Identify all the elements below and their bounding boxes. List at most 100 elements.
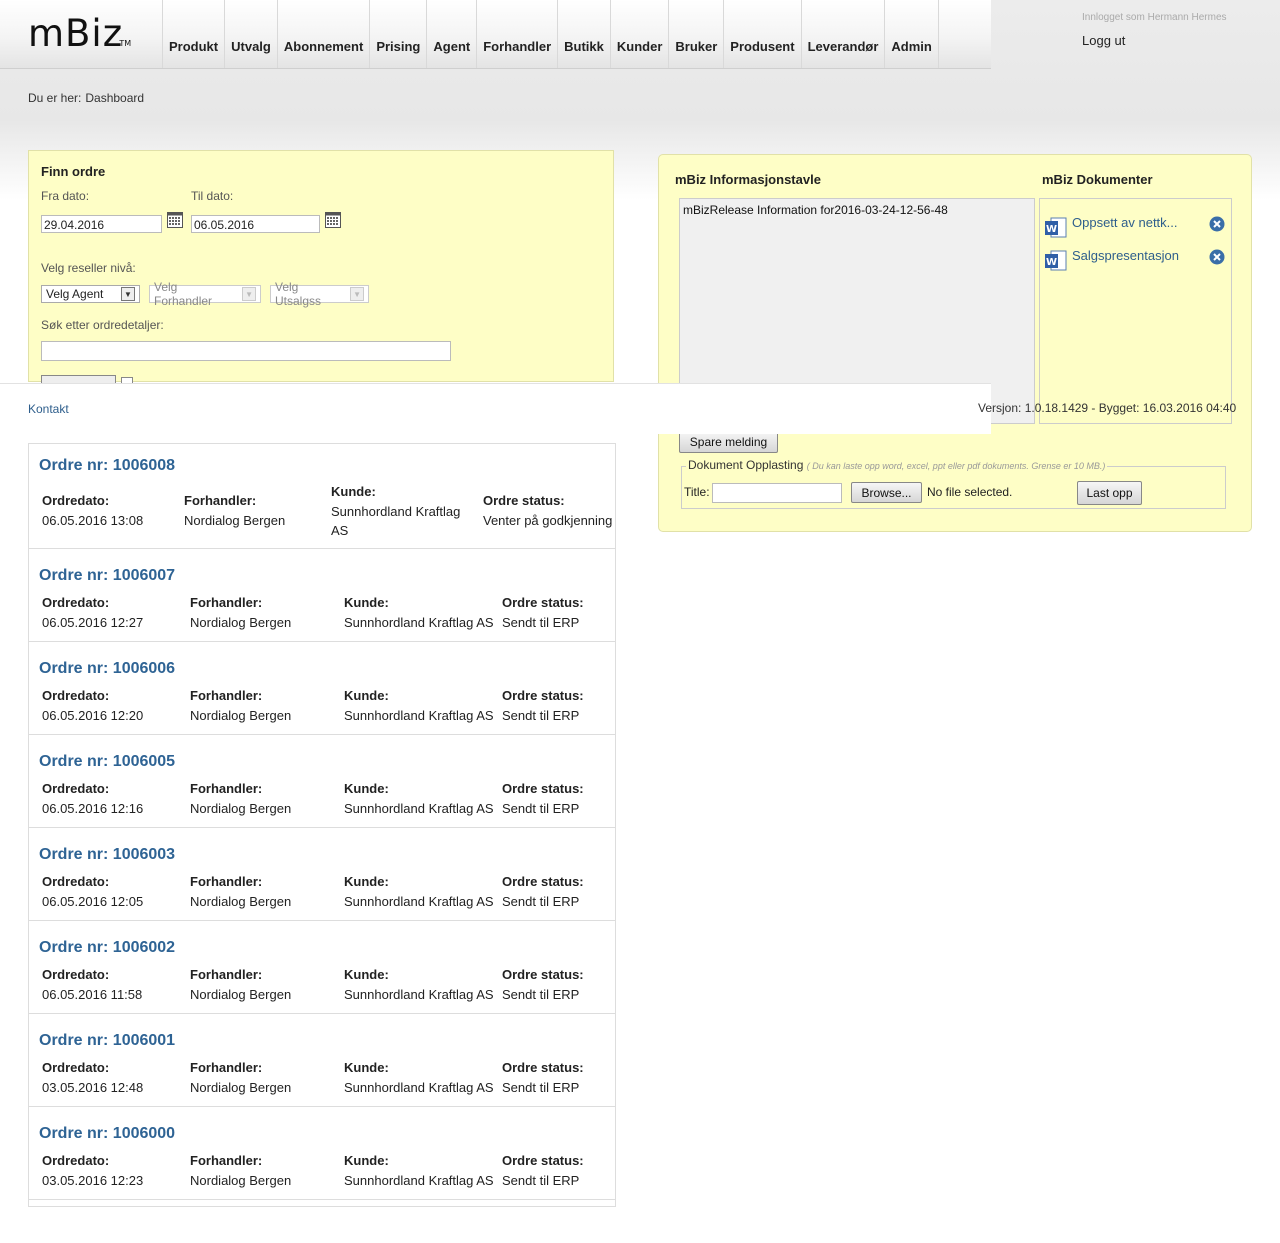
order-dealer: Nordialog Bergen [190, 1173, 292, 1188]
dealer-header: Forhandler: [190, 1153, 263, 1168]
svg-text:W: W [1046, 224, 1057, 235]
calendar-icon[interactable] [167, 212, 183, 228]
order-search-input[interactable] [41, 341, 451, 361]
order-card: Ordre nr: 1006008 Ordredato: Forhandler:… [29, 444, 615, 549]
order-date: 06.05.2016 11:58 [42, 987, 143, 1002]
upload-legend-text: Dokument Opplasting [688, 458, 804, 472]
document-link[interactable]: Salgspresentasjon [1072, 248, 1179, 263]
forhandler-select-value: Velg Forhandler [154, 280, 213, 308]
order-dealer: Nordialog Bergen [190, 987, 292, 1002]
agent-select[interactable]: Velg Agent ▼ [41, 285, 140, 303]
order-status: Sendt til ERP [502, 1173, 580, 1188]
order-status: Sendt til ERP [502, 801, 580, 816]
nav-kunder[interactable]: Kunder [609, 0, 669, 68]
title-input[interactable] [712, 483, 842, 503]
customer-header: Kunde: [344, 688, 389, 703]
document-item: W Oppsett av nettk... [1044, 215, 1229, 238]
customer-header: Kunde: [344, 967, 389, 982]
nav-butikk[interactable]: Butikk [557, 0, 610, 68]
version-info: Versjon: 1.0.18.1429 - Bygget: 16.03.201… [978, 401, 1237, 415]
status-header: Ordre status: [502, 1060, 584, 1075]
customer-header: Kunde: [344, 595, 389, 610]
order-date: 03.05.2016 12:48 [42, 1080, 144, 1095]
logout-link[interactable]: Logg ut [1082, 33, 1125, 48]
breadcrumb-current[interactable]: Dashboard [85, 91, 144, 105]
customer-header: Kunde: [344, 874, 389, 889]
dealer-header: Forhandler: [190, 781, 263, 796]
delete-icon[interactable] [1209, 216, 1225, 232]
order-dealer: Nordialog Bergen [190, 708, 292, 723]
logged-in-user: Innlogget som Hermann Hermes [1082, 12, 1227, 23]
order-number-link[interactable]: Ordre nr: 1006006 [39, 660, 175, 678]
order-number-link[interactable]: Ordre nr: 1006005 [39, 753, 175, 771]
find-order-title: Finn ordre [41, 164, 106, 179]
order-status: Sendt til ERP [502, 987, 580, 1002]
status-header: Ordre status: [502, 688, 584, 703]
to-date-label: Til dato: [191, 189, 234, 203]
order-date-header: Ordredato: [42, 688, 110, 703]
order-customer: Sunnhordland Kraftlag AS [344, 987, 494, 1002]
to-date-input[interactable]: 06.05.2016 [191, 215, 320, 233]
order-number-link[interactable]: Ordre nr: 1006002 [39, 939, 175, 957]
svg-text:W: W [1046, 257, 1057, 268]
info-board-title: mBiz Informasjonstavle [675, 172, 821, 187]
order-status: Sendt til ERP [502, 615, 580, 630]
status-header: Ordre status: [502, 595, 584, 610]
order-number-link[interactable]: Ordre nr: 1006000 [39, 1125, 175, 1143]
order-customer: Sunnhordland Kraftlag AS [344, 894, 494, 909]
nav-agent[interactable]: Agent [426, 0, 476, 68]
dealer-header: Forhandler: [190, 595, 263, 610]
search-button[interactable] [41, 375, 116, 383]
nav-produkt[interactable]: Produkt [162, 0, 224, 68]
order-search-label: Søk etter ordredetaljer: [41, 318, 164, 332]
agent-select-value: Velg Agent [46, 287, 104, 301]
order-dealer: Nordialog Bergen [190, 1080, 292, 1095]
main-nav: Produkt Utvalg Abonnement Prising Agent … [162, 0, 939, 68]
order-date-header: Ordredato: [42, 493, 110, 508]
status-header: Ordre status: [502, 967, 584, 982]
from-date-input[interactable]: 29.04.2016 [41, 215, 162, 233]
document-item: W Salgspresentasjon [1044, 248, 1229, 271]
header-bar: mBiz TM Produkt Utvalg Abonnement Prising… [0, 0, 991, 69]
browse-button[interactable]: Browse... [851, 482, 922, 503]
order-number-link[interactable]: Ordre nr: 1006001 [39, 1032, 175, 1050]
nav-utvalg[interactable]: Utvalg [224, 0, 277, 68]
order-card: Ordre nr: 1006003 Ordredato: Forhandler:… [29, 828, 615, 921]
order-customer: Sunnhordland Kraftlag AS [344, 615, 494, 630]
breadcrumb-prefix: Du er her: [28, 91, 82, 105]
document-link[interactable]: Oppsett av nettk... [1072, 215, 1178, 230]
order-date: 06.05.2016 13:08 [42, 513, 144, 528]
order-number-link[interactable]: Ordre nr: 1006008 [39, 457, 175, 475]
status-header: Ordre status: [483, 493, 565, 508]
reseller-level-label: Velg reseller nivå: [41, 261, 136, 275]
customer-header: Kunde: [344, 1153, 389, 1168]
nav-abonnement[interactable]: Abonnement [276, 0, 369, 68]
utsalgssted-select[interactable]: Velg Utsalgss ▼ [270, 280, 369, 308]
nav-leverandor[interactable]: Leverandør [800, 0, 885, 68]
customer-header: Kunde: [344, 1060, 389, 1075]
order-date: 06.05.2016 12:20 [42, 708, 144, 723]
mbiz-logo[interactable]: mBiz TM [28, 12, 131, 56]
nav-prising[interactable]: Prising [369, 0, 426, 68]
order-number-link[interactable]: Ordre nr: 1006007 [39, 567, 175, 585]
order-date: 06.05.2016 12:16 [42, 801, 144, 816]
order-dealer: Nordialog Bergen [190, 801, 292, 816]
delete-icon[interactable] [1209, 249, 1225, 265]
nav-admin[interactable]: Admin [884, 0, 939, 68]
forhandler-select[interactable]: Velg Forhandler ▼ [149, 280, 261, 308]
dealer-header: Forhandler: [190, 874, 263, 889]
order-date-header: Ordredato: [42, 781, 110, 796]
upload-button[interactable]: Last opp [1077, 481, 1142, 505]
nav-bruker[interactable]: Bruker [668, 0, 723, 68]
chevron-down-icon: ▼ [350, 287, 364, 301]
save-message-button[interactable]: Spare melding [679, 431, 778, 453]
contact-link[interactable]: Kontakt [28, 402, 69, 416]
nav-produsent[interactable]: Produsent [723, 0, 800, 68]
order-number-link[interactable]: Ordre nr: 1006003 [39, 846, 175, 864]
order-date-header: Ordredato: [42, 967, 110, 982]
order-date-header: Ordredato: [42, 595, 110, 610]
calendar-icon[interactable] [325, 212, 341, 228]
nav-forhandler[interactable]: Forhandler [476, 0, 557, 68]
documents-title: mBiz Dokumenter [1042, 172, 1153, 187]
order-card: Ordre nr: 1006001 Ordredato: Forhandler:… [29, 1014, 615, 1107]
